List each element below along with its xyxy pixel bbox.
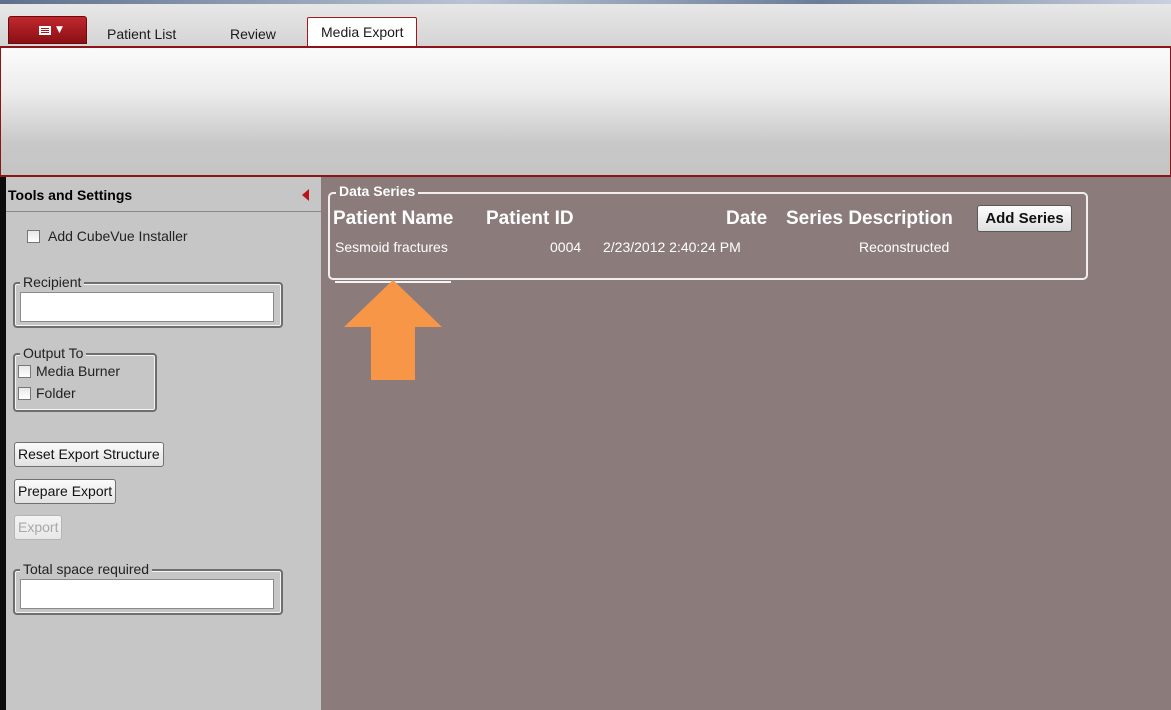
tab-media-export[interactable]: Media Export	[307, 17, 418, 49]
add-installer-option[interactable]: Add CubeVue Installer	[27, 228, 188, 244]
app-menu-button[interactable]: ▼	[8, 16, 87, 44]
recipient-legend: Recipient	[20, 274, 85, 290]
prepare-export-button[interactable]: Prepare Export	[14, 479, 117, 504]
collapse-left-icon[interactable]	[302, 189, 309, 201]
total-space-group: Total space required	[13, 561, 283, 615]
cell-date: 2/23/2012 2:40:24 PM	[603, 239, 741, 255]
output-to-group: Output To Media Burner Folder	[13, 345, 157, 412]
reset-export-structure-button[interactable]: Reset Export Structure	[14, 442, 164, 467]
tools-sidebar: Tools and Settings Add CubeVue Installer…	[0, 177, 321, 710]
window-top-edge	[0, 0, 1171, 4]
sidebar-title: Tools and Settings	[8, 187, 133, 203]
media-burner-checkbox[interactable]	[18, 364, 31, 378]
media-burner-label: Media Burner	[36, 363, 121, 379]
add-installer-checkbox[interactable]	[27, 229, 40, 243]
recipient-group: Recipient	[13, 274, 283, 328]
ribbon-panel	[0, 48, 1171, 175]
output-media-burner-option[interactable]: Media Burner	[18, 363, 120, 379]
add-installer-label: Add CubeVue Installer	[48, 228, 188, 244]
folder-checkbox[interactable]	[18, 386, 31, 400]
recipient-input[interactable]	[20, 292, 274, 322]
output-folder-option[interactable]: Folder	[18, 385, 76, 401]
output-to-legend: Output To	[20, 345, 87, 361]
total-space-field	[20, 579, 274, 609]
sidebar-divider	[6, 211, 321, 212]
add-series-button[interactable]: Add Series	[977, 205, 1072, 232]
export-button[interactable]: Export	[14, 515, 63, 540]
column-header-patient-id: Patient ID	[486, 208, 574, 229]
up-arrow-icon	[344, 280, 442, 380]
tab-strip: ▼ Patient List Review Media Export	[0, 0, 1171, 49]
column-header-date: Date	[726, 208, 768, 229]
tab-review[interactable]: Review	[230, 26, 276, 42]
column-header-series-description: Series Description	[786, 208, 953, 229]
data-series-legend: Data Series	[336, 183, 419, 199]
total-space-legend: Total space required	[20, 561, 153, 577]
column-header-patient-name: Patient Name	[333, 208, 454, 229]
data-series-group: Data Series	[328, 183, 1088, 280]
folder-label: Folder	[36, 385, 76, 401]
tab-patient-list[interactable]: Patient List	[107, 26, 176, 42]
main-area: Data Series Patient Name Patient ID Date…	[321, 177, 1171, 710]
cell-patient-id: 0004	[550, 239, 582, 255]
chevron-down-icon: ▼	[56, 25, 63, 35]
cell-series-description: Reconstructed	[859, 239, 950, 255]
cell-patient-name: Sesmoid fractures	[335, 239, 448, 255]
app-menu-icon	[39, 26, 51, 35]
